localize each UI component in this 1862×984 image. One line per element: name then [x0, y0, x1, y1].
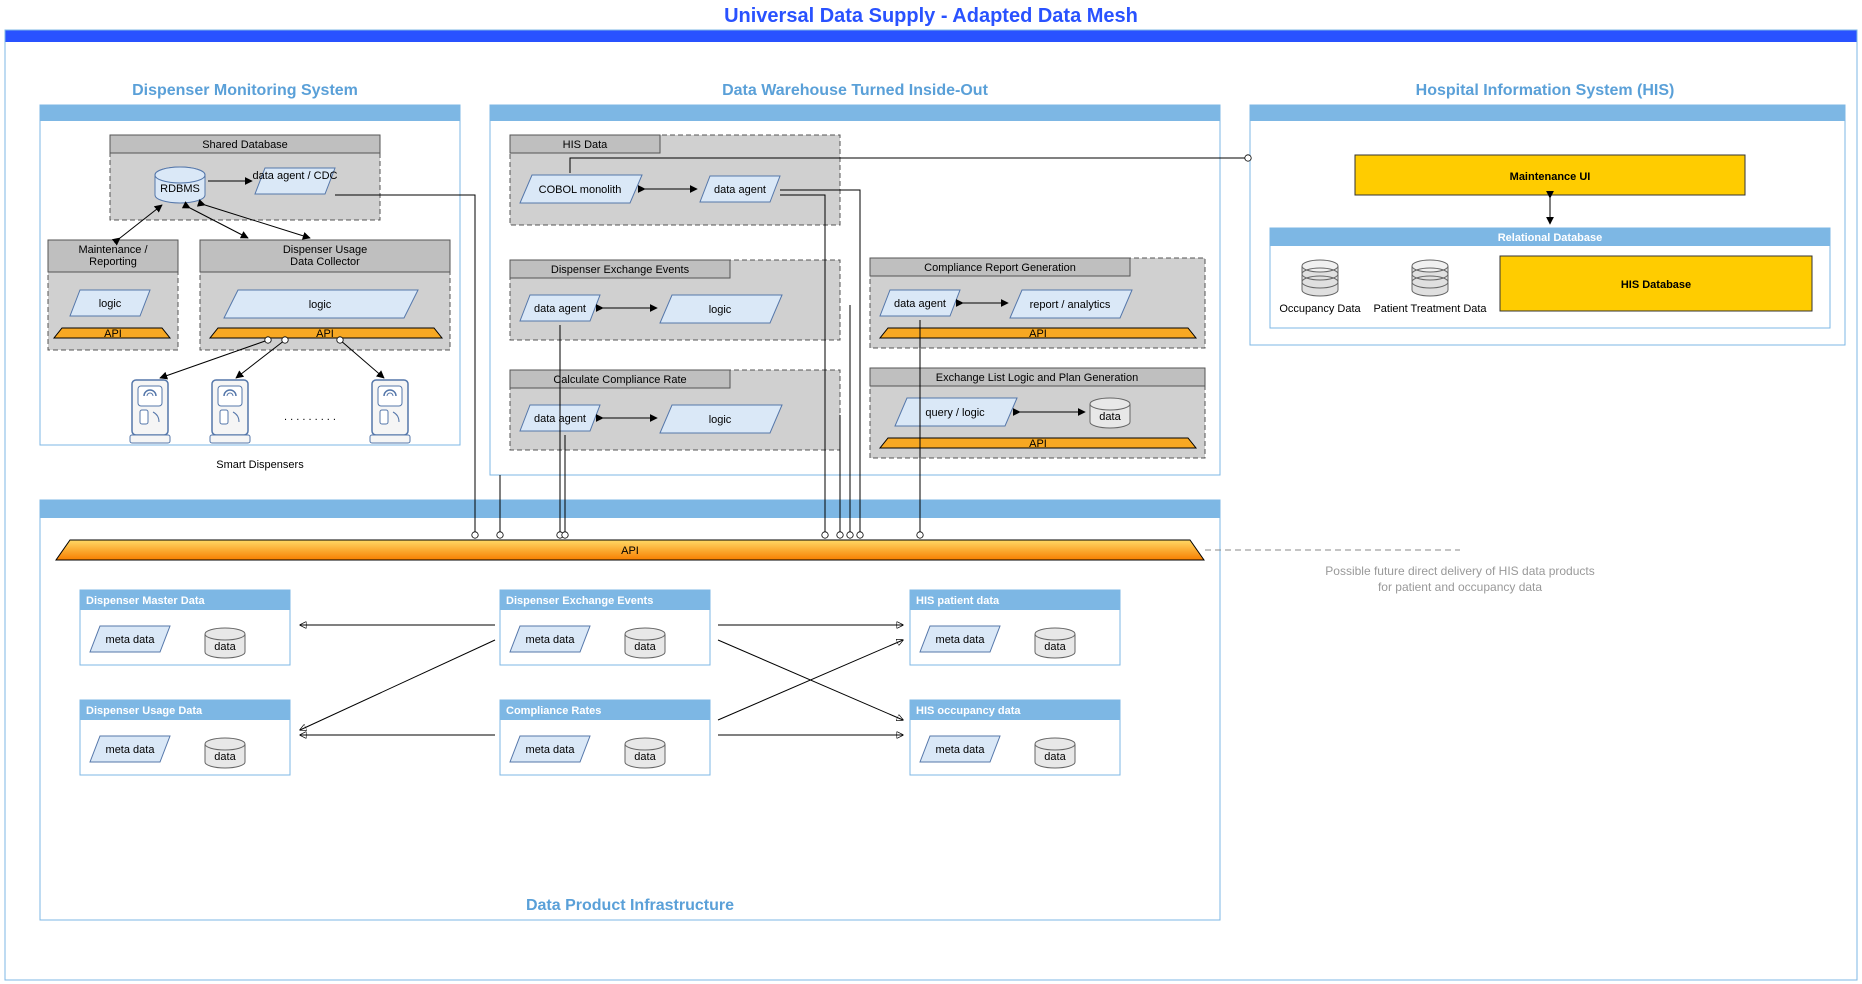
svg-text:Patient Treatment Data: Patient Treatment Data [1373, 303, 1487, 315]
svg-text:Calculate Compliance Rate: Calculate Compliance Rate [553, 374, 686, 386]
svg-text:Relational Database: Relational Database [1498, 232, 1603, 244]
pat-db-icon [1412, 260, 1448, 296]
svg-text:meta data: meta data [526, 634, 576, 646]
svg-text:Occupancy Data: Occupancy Data [1279, 303, 1361, 315]
svg-text:logic: logic [709, 304, 732, 316]
dwh-title: Data Warehouse Turned Inside-Out [722, 82, 988, 99]
dpi-section: API Dispenser Master Data meta data data… [40, 500, 1220, 920]
product-dud: Dispenser Usage Data meta data data [80, 700, 290, 775]
product-cr: Compliance Rates meta data data [500, 700, 710, 775]
svg-text:data agent / CDC: data agent / CDC [253, 170, 338, 182]
svg-text:HIS Data: HIS Data [563, 139, 609, 151]
svg-text:logic: logic [709, 414, 732, 426]
dms-section: Dispenser Monitoring System Shared Datab… [40, 82, 460, 471]
svg-text:Dispenser UsageData Collector: Dispenser UsageData Collector [283, 244, 367, 268]
svg-text:Dispenser Exchange Events: Dispenser Exchange Events [506, 595, 653, 607]
svg-text:data: data [1044, 751, 1066, 763]
svg-text:logic: logic [309, 299, 332, 311]
title-bar [5, 30, 1857, 42]
svg-text:data: data [634, 641, 656, 653]
svg-text:meta data: meta data [936, 634, 986, 646]
dispensers-label: Smart Dispensers [216, 459, 304, 471]
product-hod: HIS occupancy data meta data data [910, 700, 1120, 775]
svg-text:. . . . . . . . .: . . . . . . . . . [284, 411, 336, 423]
svg-text:Exchange List Logic and Plan G: Exchange List Logic and Plan Generation [936, 372, 1138, 384]
dispenser-icon [370, 380, 410, 443]
shared-db-label: Shared Database [202, 139, 288, 151]
dispenser-icon [210, 380, 250, 443]
svg-text:meta data: meta data [936, 744, 986, 756]
page-title: Universal Data Supply - Adapted Data Mes… [724, 5, 1138, 27]
svg-text:HIS occupancy data: HIS occupancy data [916, 705, 1021, 717]
svg-text:API: API [104, 328, 122, 340]
svg-text:Dispenser Master Data: Dispenser Master Data [86, 595, 205, 607]
occ-db-icon [1302, 260, 1338, 296]
svg-text:data: data [1099, 411, 1121, 423]
svg-text:query / logic: query / logic [925, 407, 985, 419]
his-title: Hospital Information System (HIS) [1416, 82, 1675, 99]
his-section: Hospital Information System (HIS) Mainte… [1250, 82, 1845, 345]
product-hpd: HIS patient data meta data data [910, 590, 1120, 665]
dispenser-icon [130, 380, 170, 443]
rdbms-label: RDBMS [160, 183, 200, 195]
svg-text:meta data: meta data [526, 744, 576, 756]
svg-text:data agent: data agent [894, 298, 946, 310]
svg-text:data agent: data agent [534, 303, 586, 315]
svg-text:Maintenance UI: Maintenance UI [1510, 171, 1591, 183]
svg-text:meta data: meta data [106, 634, 156, 646]
svg-text:Dispenser Exchange Events: Dispenser Exchange Events [551, 264, 690, 276]
dwh-section: Data Warehouse Turned Inside-Out HIS Dat… [490, 82, 1220, 475]
dms-title: Dispenser Monitoring System [132, 82, 358, 99]
svg-text:COBOL monolith: COBOL monolith [539, 184, 622, 196]
svg-text:data: data [634, 751, 656, 763]
future-note: Possible future direct delivery of HIS d… [1325, 564, 1594, 594]
svg-text:report / analytics: report / analytics [1030, 299, 1111, 311]
svg-text:Compliance Rates: Compliance Rates [506, 705, 601, 717]
product-dee: Dispenser Exchange Events meta data data [500, 590, 710, 665]
svg-text:API: API [1029, 438, 1047, 450]
svg-text:data: data [214, 641, 236, 653]
svg-text:meta data: meta data [106, 744, 156, 756]
svg-text:data: data [1044, 641, 1066, 653]
product-dmd: Dispenser Master Data meta data data [80, 590, 290, 665]
svg-text:logic: logic [99, 298, 122, 310]
svg-text:Dispenser Usage Data: Dispenser Usage Data [86, 705, 203, 717]
svg-text:data agent: data agent [714, 184, 766, 196]
svg-text:Compliance Report Generation: Compliance Report Generation [924, 262, 1076, 274]
dpi-title: Data Product Infrastructure [526, 897, 734, 914]
svg-text:API: API [316, 328, 334, 340]
svg-text:HIS Database: HIS Database [1621, 279, 1691, 291]
svg-text:data: data [214, 751, 236, 763]
svg-text:API: API [621, 545, 639, 557]
svg-text:HIS patient data: HIS patient data [916, 595, 1000, 607]
svg-text:API: API [1029, 328, 1047, 340]
